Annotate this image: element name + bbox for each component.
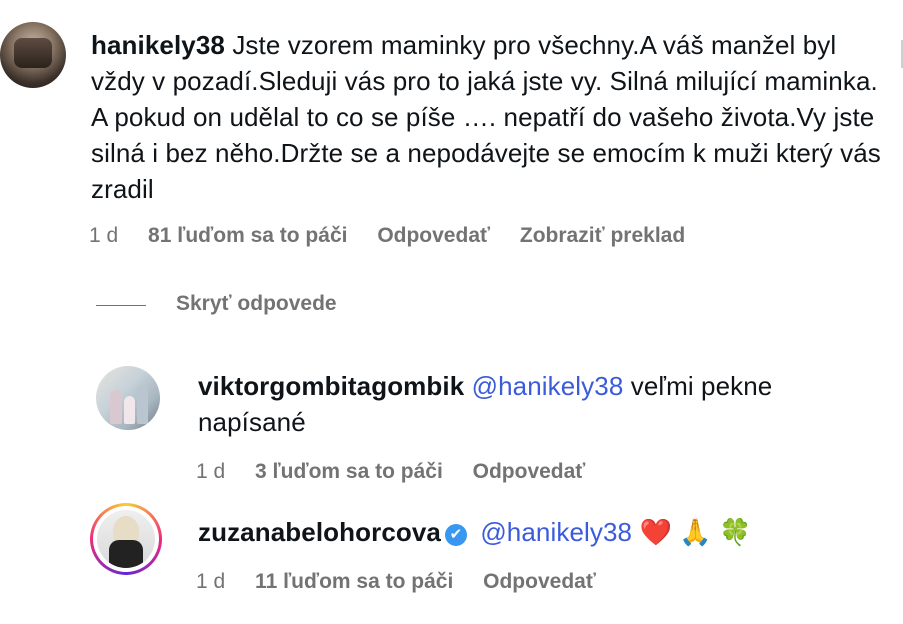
reply-meta: 1 d 3 ľuďom sa to páči Odpovedať — [196, 460, 609, 484]
reply-meta: 1 d 11 ľuďom sa to páči Odpovedať — [196, 570, 620, 594]
reply-mention[interactable]: @hanikely38 — [472, 371, 624, 401]
comment-username[interactable]: hanikely38 — [91, 30, 225, 60]
comment-meta: 1 d 81 ľuďom sa to páči Odpovedať Zobraz… — [89, 224, 709, 248]
reply-likes[interactable]: 11 ľuďom sa to páči — [255, 570, 453, 593]
verified-badge-icon: ✔ — [444, 524, 467, 546]
reply-body: zuzanabelohorcova ✔ @hanikely38 ❤️ 🙏 🍀 — [198, 514, 878, 551]
avatar-image — [14, 38, 52, 68]
reply-time[interactable]: 1 d — [196, 570, 225, 593]
praying-hands-emoji-icon: 🙏 — [679, 518, 712, 548]
avatar-hanikely38[interactable] — [0, 22, 66, 88]
translate-button[interactable]: Zobraziť preklad — [520, 224, 685, 247]
avatar-viktorgombitagombik[interactable] — [96, 366, 160, 430]
reply-username[interactable]: viktorgombitagombik — [198, 371, 464, 401]
heart-emoji-icon: ❤️ — [639, 518, 672, 548]
avatar-figure — [137, 386, 148, 424]
reply-likes[interactable]: 3 ľuďom sa to páči — [255, 460, 443, 483]
reply-time[interactable]: 1 d — [196, 460, 225, 483]
reply-text: veľmi pekne — [630, 371, 773, 401]
reply-mention[interactable]: @hanikely38 — [480, 517, 632, 547]
reply-body: viktorgombitagombik @hanikely38 veľmi pe… — [198, 368, 878, 440]
comment-likes[interactable]: 81 ľuďom sa to páči — [148, 224, 347, 247]
four-leaf-clover-emoji-icon: 🍀 — [719, 518, 752, 548]
reply-button[interactable]: Odpovedať — [473, 460, 586, 483]
reply-text: napísané — [198, 407, 306, 437]
avatar-image — [97, 510, 155, 568]
avatar-figure — [109, 540, 143, 568]
avatar-figure — [124, 396, 135, 424]
reply-button[interactable]: Odpovedať — [377, 224, 490, 247]
replies-divider — [96, 305, 146, 306]
avatar-zuzanabelohorcova[interactable] — [90, 503, 162, 575]
reply-username[interactable]: zuzanabelohorcova — [198, 517, 441, 547]
comment-time[interactable]: 1 d — [89, 224, 118, 247]
reply-button[interactable]: Odpovedať — [483, 570, 596, 593]
hide-replies-button[interactable]: Skryť odpovede — [176, 292, 337, 316]
comment-body: hanikely38 Jste vzorem maminky pro všech… — [91, 27, 881, 207]
avatar-figure — [110, 390, 122, 424]
